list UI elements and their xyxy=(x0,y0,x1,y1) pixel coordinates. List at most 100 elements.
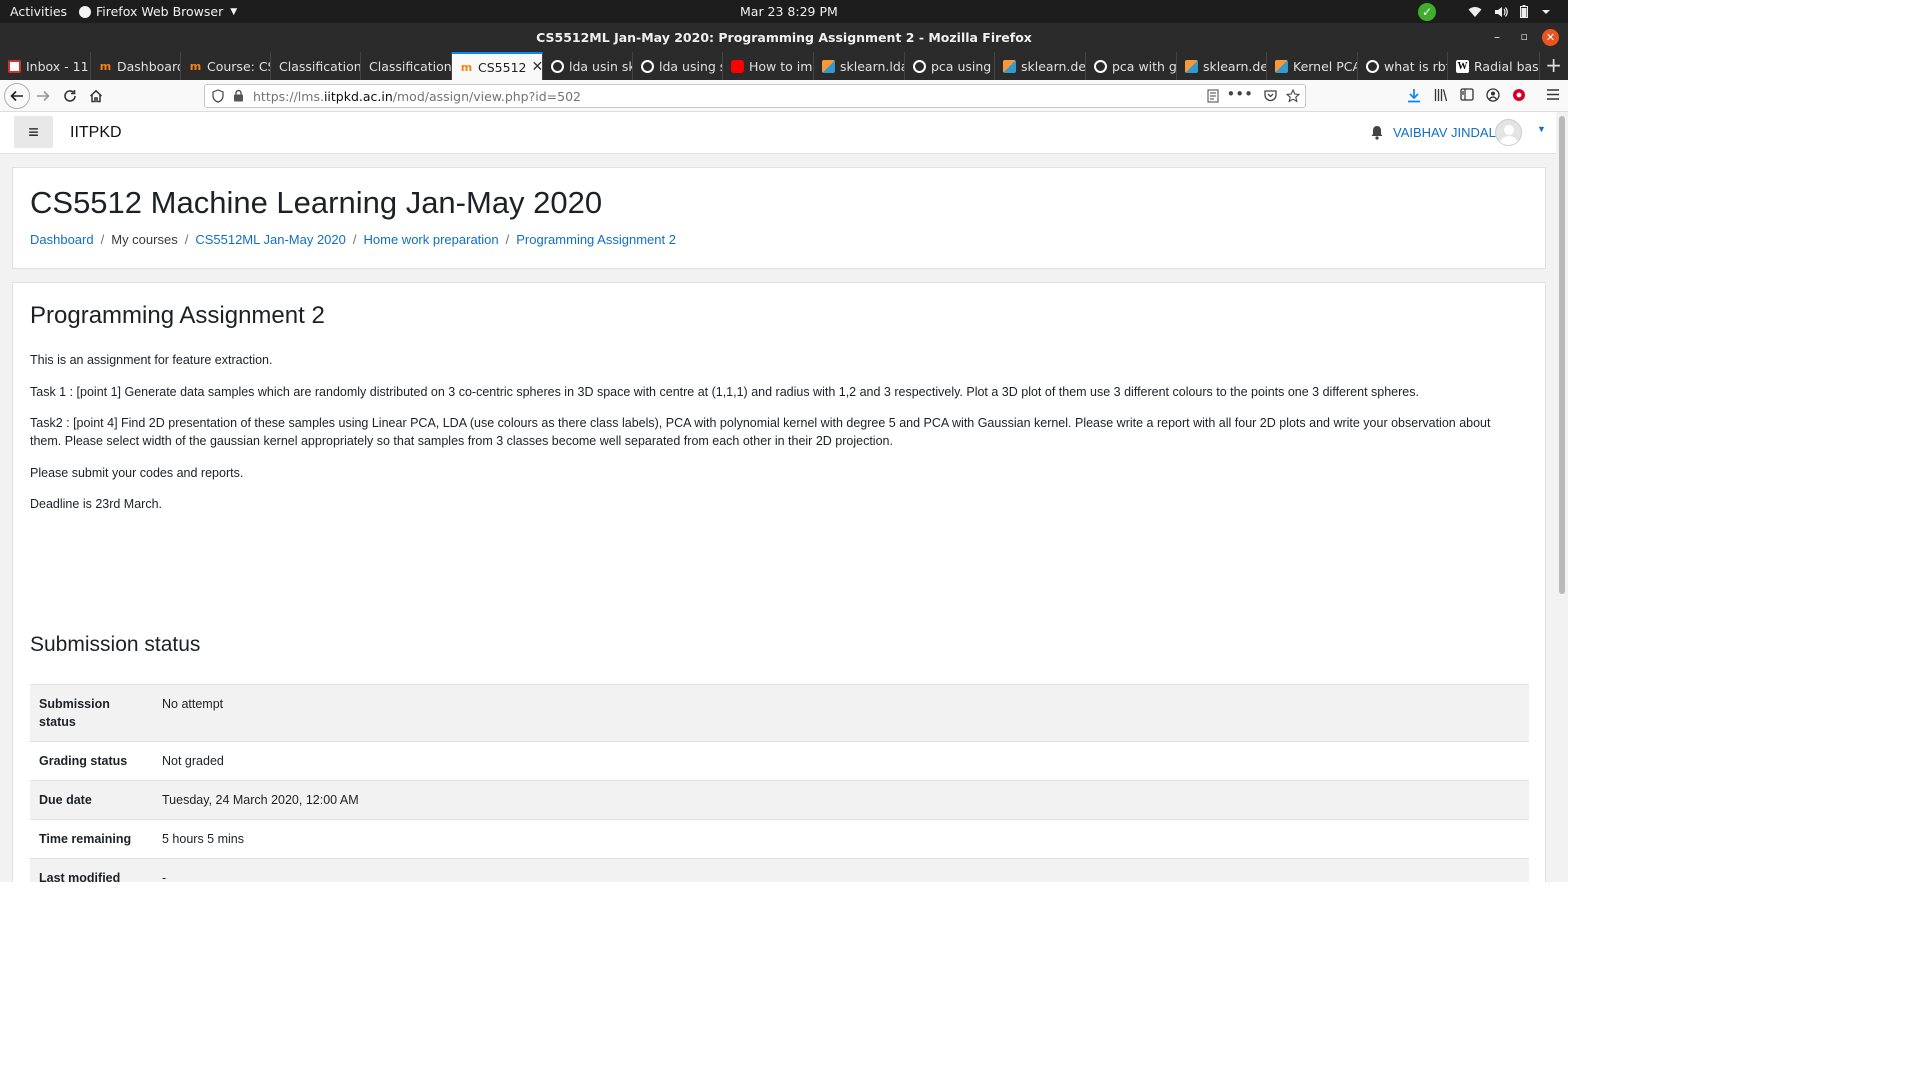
tab[interactable]: pca with g xyxy=(1086,52,1177,80)
back-arrow-icon xyxy=(10,90,23,102)
navigation-toolbar: https://lms.iitpkd.ac.in/mod/assign/view… xyxy=(0,80,1568,112)
assignment-title: Programming Assignment 2 xyxy=(30,302,325,329)
google-icon xyxy=(1094,59,1107,73)
window-title-bar: CS5512ML Jan-May 2020: Programming Assig… xyxy=(0,23,1568,52)
tab[interactable]: what is rbf xyxy=(1358,52,1448,80)
google-icon xyxy=(1366,59,1379,73)
notification-bell-icon[interactable] xyxy=(1370,125,1384,140)
wikipedia-icon: W xyxy=(1456,59,1469,73)
table-row: Last modified - xyxy=(30,858,1529,882)
assignment-description: This is an assignment for feature extrac… xyxy=(30,351,1520,527)
avatar[interactable] xyxy=(1495,119,1522,146)
breadcrumb-my-courses: My courses xyxy=(111,232,178,247)
tab-label: sklearn.de xyxy=(1021,58,1086,74)
reader-view-icon[interactable] xyxy=(1207,89,1219,103)
forward-button[interactable] xyxy=(31,84,55,108)
submit-instruction: Please submit your codes and reports. xyxy=(30,465,244,480)
bookmark-star-icon[interactable] xyxy=(1286,89,1300,103)
google-icon xyxy=(551,59,564,73)
downloads-icon[interactable] xyxy=(1407,88,1421,103)
task2-paragraph: Task2 : [point 4] Find 2D presentation o… xyxy=(30,416,1491,448)
assignment-card: Programming Assignment 2 This is an assi… xyxy=(12,282,1546,882)
tab-label: pca using xyxy=(931,58,992,74)
sklearn-icon xyxy=(1185,59,1198,73)
system-tray[interactable]: ✓ xyxy=(1418,2,1552,21)
breadcrumb-section[interactable]: Home work preparation xyxy=(364,232,499,247)
window-title: CS5512ML Jan-May 2020: Programming Assig… xyxy=(536,30,1032,45)
tab[interactable]: pca using xyxy=(905,52,995,80)
scrollbar-thumb[interactable] xyxy=(1559,116,1565,594)
chevron-down-icon: ▼ xyxy=(230,6,238,17)
tab[interactable]: lda usin sk xyxy=(543,52,633,80)
back-button[interactable] xyxy=(4,83,30,109)
row-value: No attempt xyxy=(152,684,1529,742)
account-icon[interactable] xyxy=(1486,88,1500,102)
sidebar-icon[interactable] xyxy=(1460,88,1474,101)
moodle-icon: m xyxy=(189,59,202,73)
sklearn-icon xyxy=(822,59,835,73)
url-path: /mod/assign/view.php?id=502 xyxy=(392,89,581,104)
row-value: Tuesday, 24 March 2020, 12:00 AM xyxy=(152,780,1529,820)
user-name[interactable]: VAIBHAV JINDAL xyxy=(1393,125,1496,140)
window-close-button[interactable]: ✕ xyxy=(1542,29,1559,46)
task1-paragraph: Task 1 : [point 1] Generate data samples… xyxy=(30,384,1419,399)
clock[interactable]: Mar 23 8:29 PM xyxy=(740,4,838,19)
url-bar[interactable]: https://lms.iitpkd.ac.in/mod/assign/view… xyxy=(204,84,1306,108)
sklearn-icon xyxy=(1003,59,1016,73)
tab-label: pca with g xyxy=(1112,58,1177,74)
breadcrumb-assignment[interactable]: Programming Assignment 2 xyxy=(516,232,676,247)
row-label: Time remaining xyxy=(30,819,152,859)
tab-label: lda using s xyxy=(659,58,723,74)
site-brand[interactable]: IITPKD xyxy=(70,124,122,142)
pocket-icon[interactable] xyxy=(1264,89,1277,102)
table-row: Due date Tuesday, 24 March 2020, 12:00 A… xyxy=(30,780,1529,820)
tab[interactable]: Classification xyxy=(271,52,361,80)
extension-icon[interactable] xyxy=(1512,88,1526,102)
maximize-button[interactable]: ▫ xyxy=(1521,30,1528,43)
app-menu[interactable]: Firefox Web Browser ▼ xyxy=(79,4,237,19)
tab[interactable]: sklearn.de xyxy=(1177,52,1267,80)
new-tab-button[interactable]: + xyxy=(1545,54,1562,76)
url-text[interactable]: https://lms.iitpkd.ac.in/mod/assign/view… xyxy=(253,89,581,104)
url-prefix: https://lms. xyxy=(253,89,324,104)
user-menu-caret-icon[interactable]: ▼ xyxy=(1537,124,1546,134)
tab[interactable]: sklearn.de xyxy=(995,52,1086,80)
course-header-card: CS5512 Machine Learning Jan-May 2020 Das… xyxy=(12,167,1546,269)
update-check-icon[interactable]: ✓ xyxy=(1418,2,1436,21)
table-row: Grading status Not graded xyxy=(30,741,1529,781)
tab[interactable]: W Radial bas xyxy=(1448,52,1540,80)
page-actions-icon[interactable]: ••• xyxy=(1226,85,1253,103)
tracking-shield-icon[interactable] xyxy=(212,89,224,103)
tab[interactable]: Inbox - 11 xyxy=(0,52,91,80)
lock-icon[interactable] xyxy=(233,89,244,102)
library-icon[interactable] xyxy=(1434,88,1448,102)
hamburger-menu-icon[interactable] xyxy=(1546,88,1560,101)
drawer-toggle-button[interactable]: ≡ xyxy=(14,116,53,148)
tab[interactable]: Classification xyxy=(361,52,452,80)
tab-label: Radial bas xyxy=(1474,58,1539,74)
tab-active[interactable]: m CS5512 ✕ xyxy=(452,52,543,80)
home-button[interactable] xyxy=(84,84,108,108)
tab[interactable]: How to im xyxy=(723,52,814,80)
home-icon xyxy=(89,89,103,103)
tab[interactable]: sklearn.lda xyxy=(814,52,905,80)
tab[interactable]: m Dashboard xyxy=(91,52,181,80)
close-tab-icon[interactable]: ✕ xyxy=(531,59,542,75)
breadcrumb-course[interactable]: CS5512ML Jan-May 2020 xyxy=(195,232,346,247)
activities-button[interactable]: Activities xyxy=(10,4,67,19)
google-icon xyxy=(641,59,654,73)
page-scrollbar[interactable] xyxy=(1556,112,1568,882)
system-top-bar: Activities Firefox Web Browser ▼ Mar 23 … xyxy=(0,0,1568,23)
table-row: Time remaining 5 hours 5 mins xyxy=(30,819,1529,859)
reload-button[interactable] xyxy=(58,84,82,108)
tab-label: Classification xyxy=(279,58,361,74)
deadline-note: Deadline is 23rd March. xyxy=(30,497,163,511)
tab[interactable]: lda using s xyxy=(633,52,723,80)
minimize-button[interactable]: – xyxy=(1494,30,1500,44)
table-row: Submission status No attempt xyxy=(30,684,1529,742)
row-label: Grading status xyxy=(30,741,152,781)
breadcrumb-dashboard[interactable]: Dashboard xyxy=(30,232,94,247)
row-label: Submission status xyxy=(30,684,152,742)
tab[interactable]: m Course: CS xyxy=(181,52,271,80)
tab[interactable]: Kernel PCA xyxy=(1267,52,1358,80)
